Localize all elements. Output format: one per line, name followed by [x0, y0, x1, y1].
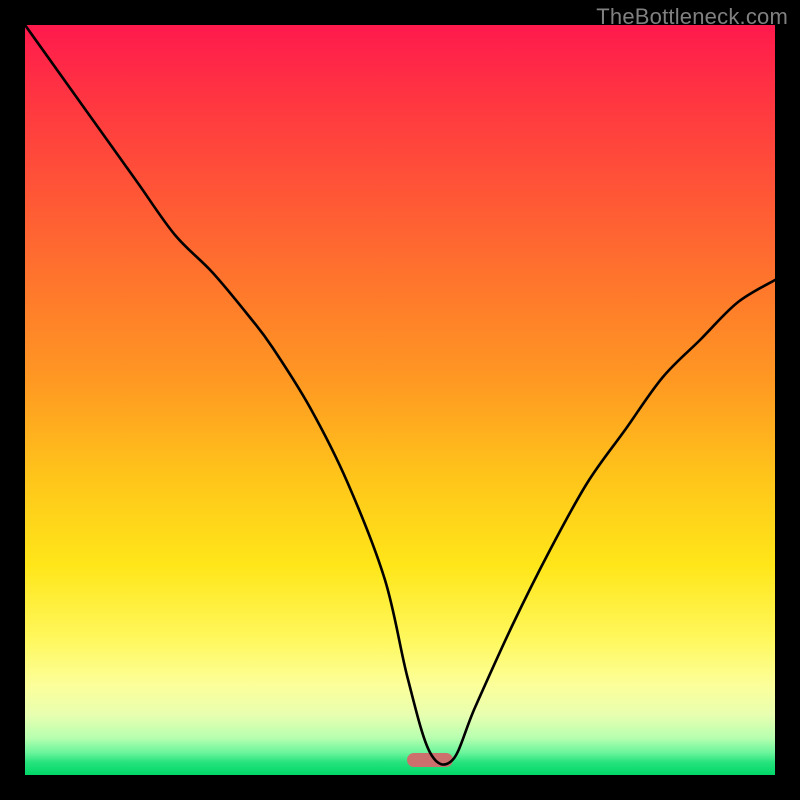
- plot-area: [25, 25, 775, 775]
- bottleneck-gradient: [25, 25, 775, 775]
- watermark-text: TheBottleneck.com: [596, 4, 788, 30]
- optimal-marker: [407, 753, 453, 767]
- chart-frame: TheBottleneck.com: [0, 0, 800, 800]
